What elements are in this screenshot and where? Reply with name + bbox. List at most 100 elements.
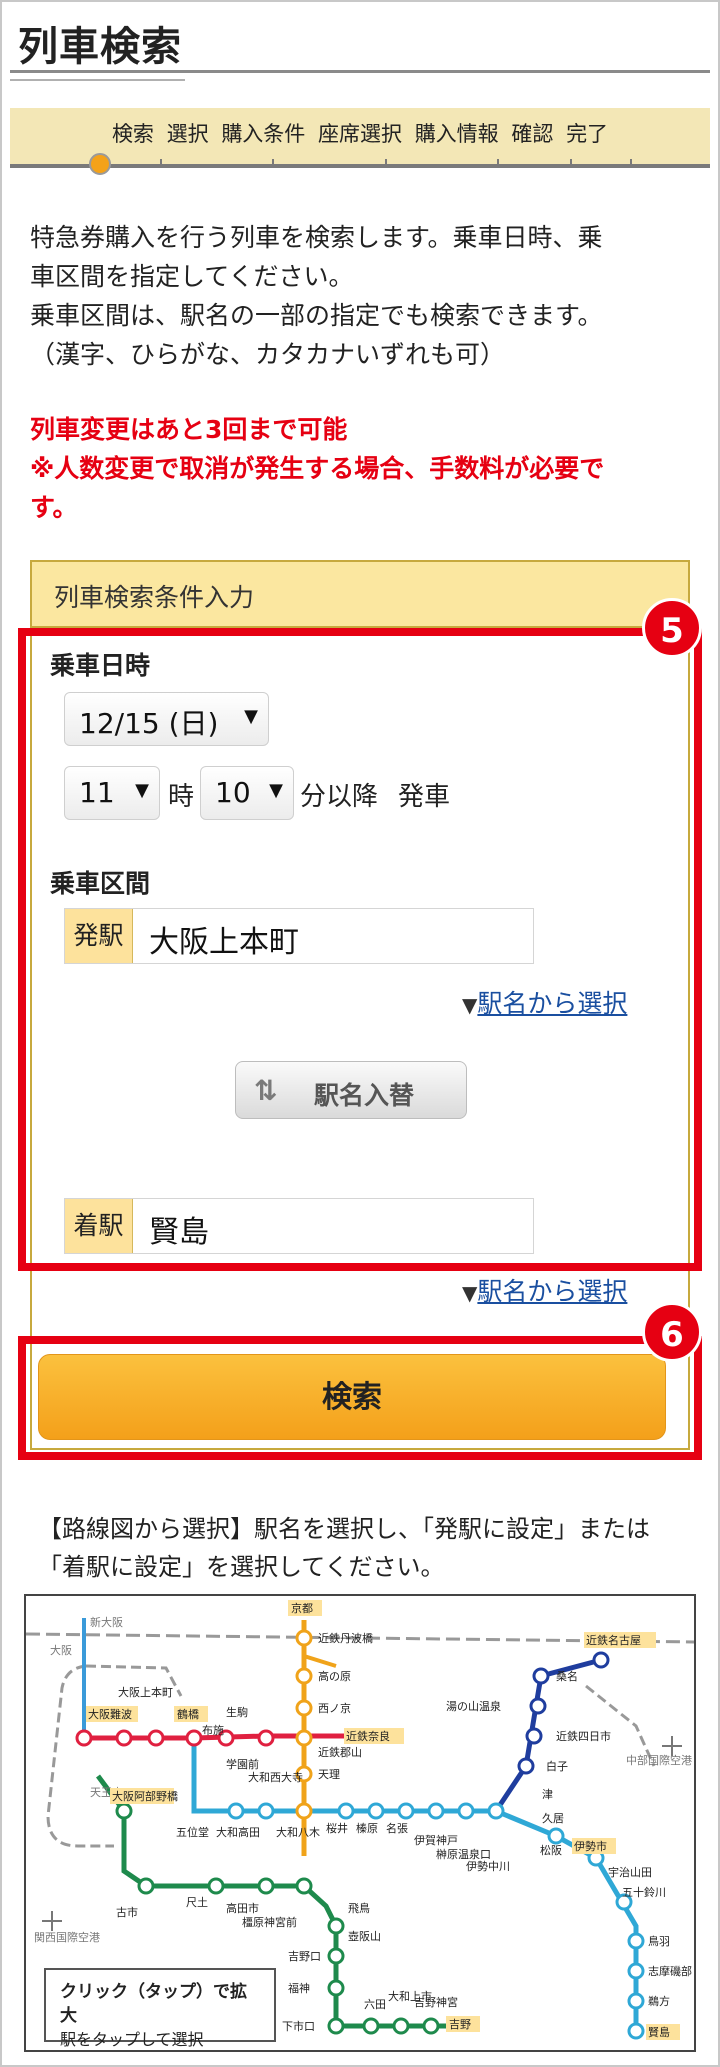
- map-label: 五十鈴川: [622, 1885, 666, 1899]
- map-note-sub: 駅をタップして選択: [60, 2030, 204, 2049]
- map-label: 榊原温泉口: [436, 1847, 491, 1861]
- highlight-box-5: [18, 628, 702, 1271]
- step-confirm: 確認: [511, 122, 554, 146]
- step-tick: [272, 159, 274, 167]
- alert-line: 列車変更はあと3回まで可能: [30, 415, 348, 444]
- map-label: 伊勢中川: [466, 1859, 510, 1873]
- map-label: 大和八木: [276, 1825, 320, 1839]
- map-label: 布施: [202, 1724, 224, 1737]
- map-caption-line: 「着駅に設定」を選択してください。: [38, 1553, 445, 1581]
- intro-line: 特急券購入を行う列車を検索します。乗車日時、乗: [30, 223, 603, 252]
- map-note-title: クリック（タップ）で拡大: [60, 1982, 247, 2026]
- step-indicator: 検索 選択 購入条件 座席選択 購入情報 確認 完了: [10, 108, 710, 166]
- map-label: 久居: [542, 1812, 564, 1825]
- step-purchase-conditions: 購入条件: [221, 122, 306, 146]
- map-label: 湯の山温泉: [446, 1699, 501, 1713]
- map-label: 新大阪: [90, 1615, 123, 1629]
- map-label: 吉野口: [288, 1950, 321, 1963]
- step-tick: [160, 159, 162, 167]
- step-seat-selection: 座席選択: [318, 122, 402, 146]
- map-label: 近鉄奈良: [346, 1729, 390, 1743]
- map-label: 高田市: [226, 1901, 259, 1915]
- map-label: 六田: [364, 1998, 386, 2011]
- map-caption-line: 【路線図から選択】駅名を選択し、「発駅に設定」または: [38, 1515, 650, 1543]
- map-label: 関西国際空港: [34, 1930, 100, 1944]
- step-search: 検索: [111, 122, 154, 146]
- title-divider: [10, 70, 710, 73]
- alert-line: す。: [30, 493, 78, 522]
- step-badge-5: 5: [642, 598, 702, 658]
- map-label: 尺土: [186, 1896, 208, 1909]
- page-title: 列車検索: [18, 24, 182, 70]
- panel-header-label: 列車検索条件入力: [54, 583, 255, 612]
- panel-header: 列車検索条件入力: [32, 562, 688, 628]
- step-labels: 検索 選択 購入条件 座席選択 購入情報 確認 完了: [10, 118, 710, 148]
- map-label: 下市口: [282, 2019, 315, 2033]
- map-label: 京都: [291, 1601, 313, 1615]
- map-label: 伊勢市: [574, 1839, 607, 1853]
- map-label: 宇治山田: [608, 1865, 652, 1879]
- map-label: 松阪: [540, 1843, 562, 1857]
- map-label: 大阪難波: [88, 1707, 132, 1721]
- step-select: 選択: [166, 122, 209, 146]
- map-label: 大阪上本町: [118, 1685, 173, 1699]
- map-label: 桑名: [556, 1669, 578, 1683]
- title-divider-accent: [10, 79, 185, 81]
- map-label: 近鉄名古屋: [586, 1633, 641, 1647]
- map-label: 白子: [546, 1759, 568, 1773]
- current-step-dot: [89, 153, 111, 175]
- map-label: 橿原神宮前: [242, 1915, 297, 1929]
- map-label: 大和高田: [216, 1825, 260, 1839]
- map-label: 伊賀神戸: [414, 1833, 458, 1847]
- map-label: 近鉄四日市: [556, 1729, 611, 1743]
- map-label: 桜井: [326, 1821, 348, 1835]
- map-zoom-note: クリック（タップ）で拡大 駅をタップして選択: [44, 1968, 276, 2049]
- triangle-down-icon: ▼: [462, 1281, 478, 1305]
- step-purchase-info: 購入情報: [414, 122, 499, 146]
- map-caption: 【路線図から選択】駅名を選択し、「発駅に設定」または 「着駅に設定」を選択してく…: [38, 1510, 688, 1586]
- map-label: 近鉄丹波橋: [318, 1631, 373, 1645]
- map-label: 榛原: [356, 1822, 378, 1835]
- map-label: 飛鳥: [348, 1901, 370, 1915]
- map-label: 高の原: [318, 1669, 351, 1683]
- map-label: 吉野: [449, 2018, 471, 2031]
- map-label: 志摩磯部: [648, 1964, 692, 1978]
- map-label: 生駒: [226, 1705, 248, 1719]
- map-label: 賢島: [648, 2025, 670, 2039]
- intro-text: 特急券購入を行う列車を検索します。乗車日時、乗 車区間を指定してください。 乗車…: [30, 218, 690, 374]
- map-label: 吉野神宮: [414, 1995, 458, 2009]
- route-map[interactable]: 新大阪 大阪 京都 近鉄名古屋 大阪難波 大阪上本町 鶴橋 布施 生駒 近鉄奈良…: [24, 1594, 696, 2052]
- step-progress-line: [10, 164, 710, 168]
- map-label: 西ノ京: [318, 1701, 351, 1715]
- map-label: 中部国際空港: [626, 1753, 692, 1767]
- step-complete: 完了: [566, 122, 609, 146]
- map-label: 壺阪山: [348, 1929, 381, 1943]
- map-label: 五位堂: [176, 1825, 209, 1839]
- map-label: 大和西大寺: [248, 1770, 303, 1784]
- map-label: 鳥羽: [648, 1934, 670, 1948]
- step-badge-6: 6: [642, 1302, 702, 1362]
- map-label: 学園前: [226, 1757, 259, 1771]
- intro-line: 車区間を指定してください。: [30, 262, 354, 291]
- map-label: 大阪: [50, 1643, 72, 1657]
- intro-line: 乗車区間は、駅名の一部の指定でも検索できます。: [30, 301, 603, 330]
- map-label: 津: [542, 1788, 553, 1801]
- map-label: 鶴橋: [177, 1707, 199, 1721]
- map-label: 天理: [318, 1768, 340, 1781]
- to-select-by-name-link[interactable]: ▼駅名から選択: [462, 1272, 627, 1308]
- step-tick: [385, 159, 387, 167]
- map-label: 大阪阿部野橋: [112, 1789, 178, 1803]
- step-tick: [630, 159, 632, 167]
- alert-line: ※人数変更で取消が発生する場合、手数料が必要で: [30, 454, 605, 483]
- map-label: 古市: [116, 1905, 138, 1919]
- change-alert: 列車変更はあと3回まで可能 ※人数変更で取消が発生する場合、手数料が必要で す。: [30, 410, 690, 527]
- intro-line: （漢字、ひらがな、カタカナいずれも可）: [30, 340, 506, 369]
- step-tick: [570, 159, 572, 167]
- map-label: 鵜方: [648, 1994, 670, 2008]
- map-label: 福神: [288, 1981, 310, 1995]
- map-label: 名張: [386, 1821, 408, 1835]
- step-tick: [497, 159, 499, 167]
- map-label: 近鉄郡山: [318, 1745, 362, 1759]
- highlight-box-6: [18, 1336, 702, 1460]
- link-text: 駅名から選択: [477, 1277, 628, 1306]
